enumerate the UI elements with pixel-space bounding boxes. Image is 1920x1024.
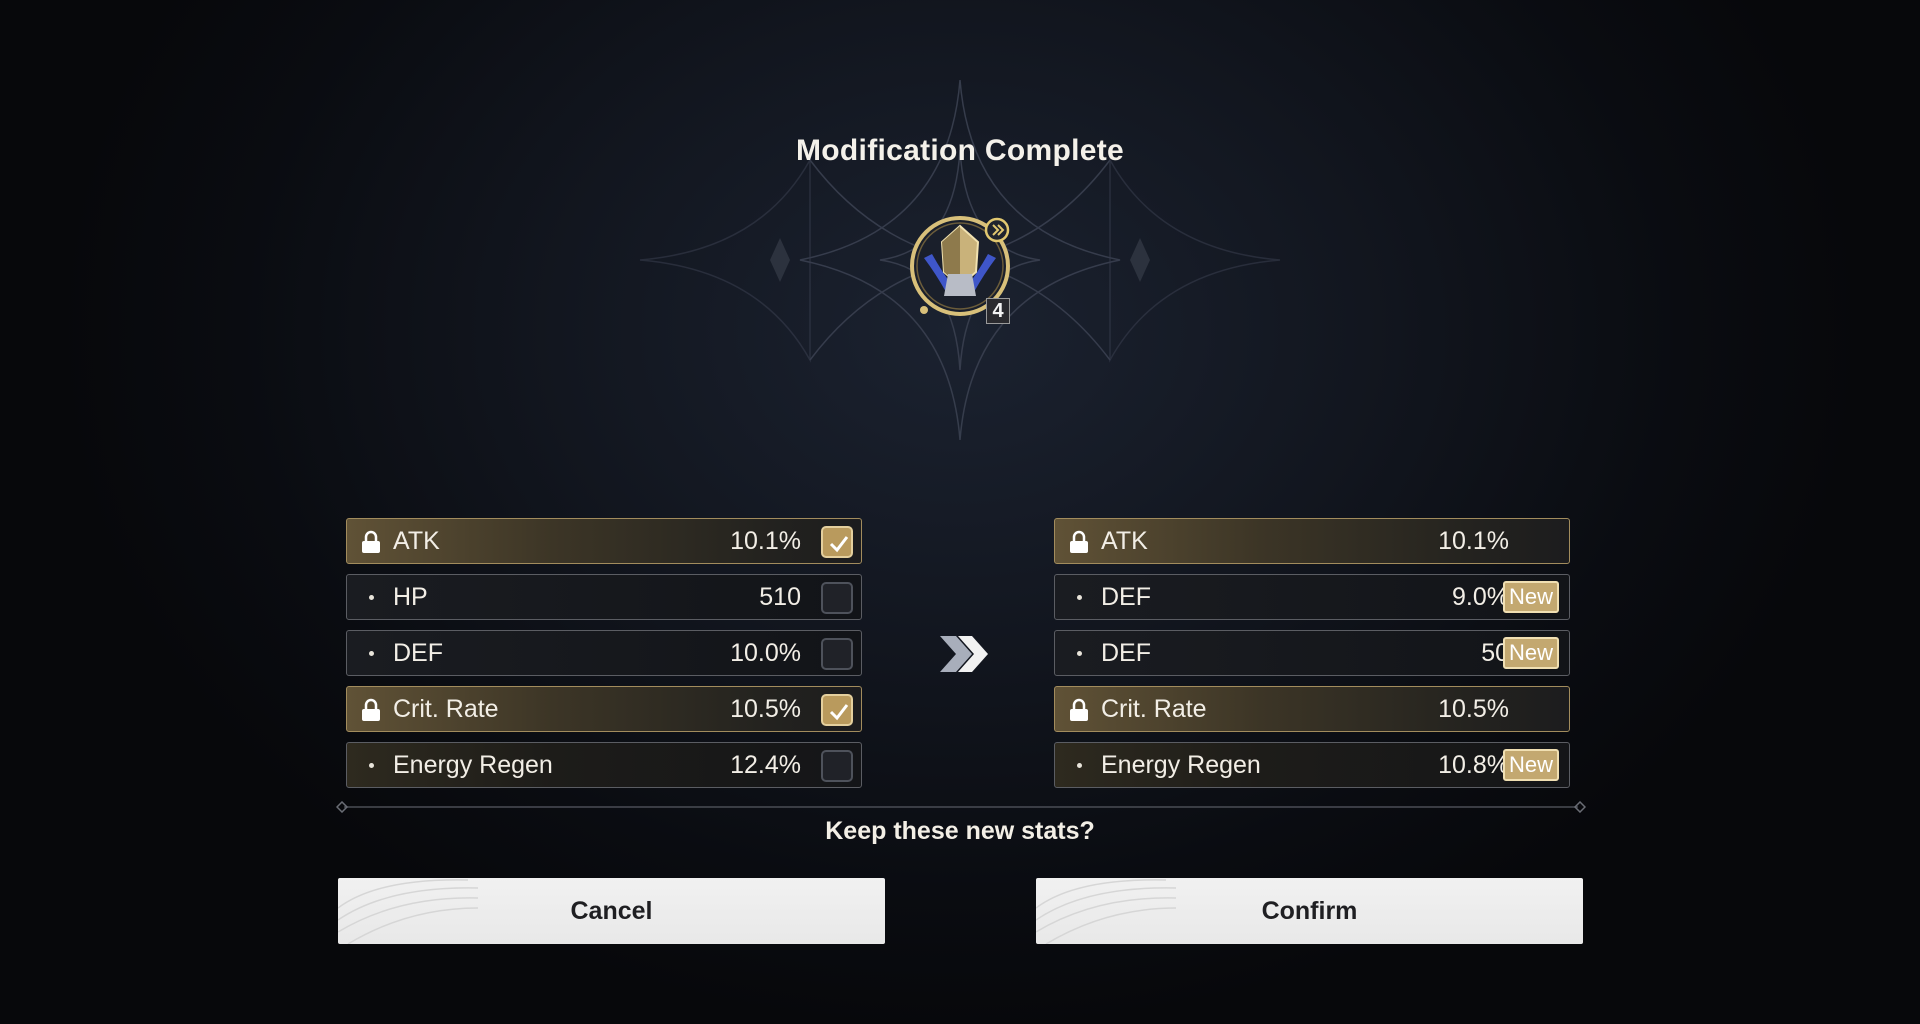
stat-name: DEF	[1101, 639, 1151, 667]
stat-value: 10.8%	[1438, 751, 1509, 779]
stat-name: Crit. Rate	[393, 695, 499, 723]
current-stat-row: DEF 10.0%	[346, 630, 862, 676]
lock-icon	[362, 698, 380, 721]
cancel-button-label: Cancel	[570, 897, 653, 925]
stat-lock-checkbox[interactable]	[821, 694, 853, 726]
lock-icon	[1070, 530, 1088, 553]
stat-value: 10.1%	[1438, 527, 1509, 555]
stat-value: 12.4%	[730, 751, 801, 779]
bullet-icon	[1077, 651, 1082, 656]
lock-icon	[1070, 698, 1088, 721]
checkmark-icon	[829, 536, 849, 553]
stat-name: DEF	[393, 639, 443, 667]
confirmation-prompt: Keep these new stats?	[825, 817, 1095, 845]
new-stat-row: DEF 50 New	[1054, 630, 1570, 676]
section-divider	[336, 801, 1586, 813]
new-badge: New	[1503, 637, 1559, 669]
current-stat-row: Crit. Rate 10.5%	[346, 686, 862, 732]
current-stat-row: ATK 10.1%	[346, 518, 862, 564]
new-badge: New	[1503, 749, 1559, 781]
stat-name: Energy Regen	[393, 751, 553, 779]
stat-value: 10.5%	[1438, 695, 1509, 723]
checkmark-icon	[829, 704, 849, 721]
stat-value: 510	[759, 583, 801, 611]
stat-value: 10.5%	[730, 695, 801, 723]
confirm-button[interactable]: Confirm	[1036, 878, 1583, 944]
stat-value: 10.0%	[730, 639, 801, 667]
button-swirl-decoration	[1036, 879, 1176, 944]
new-badge: New	[1503, 581, 1559, 613]
bullet-icon	[1077, 595, 1082, 600]
current-stat-row: Energy Regen 12.4%	[346, 742, 862, 788]
stat-lock-checkbox[interactable]	[821, 526, 853, 558]
emblem-level-badge: 4	[986, 298, 1010, 324]
bullet-icon	[369, 595, 374, 600]
stat-lock-checkbox[interactable]	[821, 750, 853, 782]
new-stat-row: DEF 9.0% New	[1054, 574, 1570, 620]
stat-value: 10.1%	[730, 527, 801, 555]
stat-name: Energy Regen	[1101, 751, 1261, 779]
dialog-title: Modification Complete	[796, 134, 1124, 167]
lock-icon	[362, 530, 380, 553]
new-stat-row: ATK 10.1%	[1054, 518, 1570, 564]
stat-lock-checkbox[interactable]	[821, 638, 853, 670]
confirm-button-label: Confirm	[1261, 897, 1358, 925]
bullet-icon	[1077, 763, 1082, 768]
bullet-icon	[369, 651, 374, 656]
cancel-button[interactable]: Cancel	[338, 878, 885, 944]
stat-name: ATK	[393, 527, 440, 555]
stat-lock-checkbox[interactable]	[821, 582, 853, 614]
stat-name: HP	[393, 583, 428, 611]
current-stat-row: HP 510	[346, 574, 862, 620]
stat-name: ATK	[1101, 527, 1148, 555]
stat-name: DEF	[1101, 583, 1151, 611]
button-swirl-decoration	[338, 879, 478, 944]
stat-name: Crit. Rate	[1101, 695, 1207, 723]
double-chevron-right-icon	[940, 636, 988, 672]
new-stat-row: Crit. Rate 10.5%	[1054, 686, 1570, 732]
stat-value: 9.0%	[1452, 583, 1509, 611]
bullet-icon	[369, 763, 374, 768]
new-stat-row: Energy Regen 10.8% New	[1054, 742, 1570, 788]
